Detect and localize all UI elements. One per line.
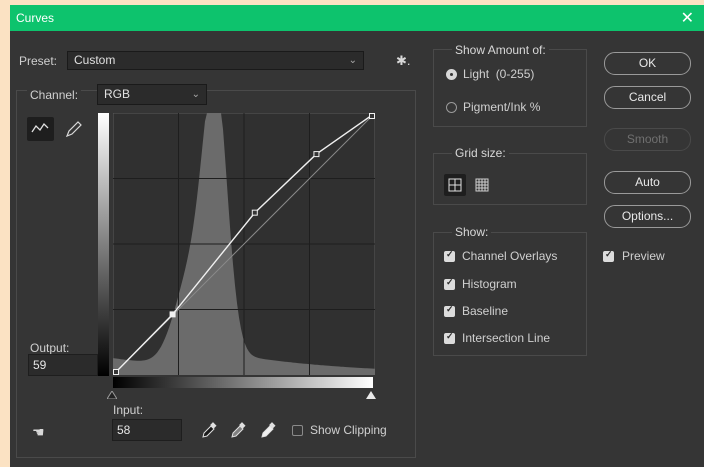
baseline-checkbox[interactable]: ✓	[444, 304, 455, 317]
show-clipping-checkbox[interactable]	[292, 425, 303, 436]
pigment-radio-label: Pigment/Ink %	[463, 100, 541, 114]
input-label: Input:	[113, 403, 144, 417]
curve-point-selected	[169, 311, 176, 318]
auto-button[interactable]: Auto	[604, 171, 691, 194]
gray-eyedropper-icon[interactable]	[229, 421, 247, 439]
curve-graph[interactable]	[113, 113, 375, 375]
simple-grid-icon	[448, 178, 462, 192]
detailed-grid-icon	[475, 178, 489, 192]
window-title: Curves	[16, 11, 55, 25]
curve-icon	[31, 122, 49, 133]
curve-point	[313, 151, 320, 158]
curve-point	[369, 113, 375, 119]
white-eyedropper-icon[interactable]	[259, 421, 277, 439]
output-label: Output:	[30, 341, 70, 355]
curve-point	[113, 369, 119, 375]
channel-overlays-checkbox[interactable]: ✓	[444, 249, 455, 262]
histogram-checkbox[interactable]: ✓	[444, 277, 455, 290]
curves-dialog: Curves ✕ Preset: Custom ⌄ ✱. Channel: RG…	[10, 5, 704, 467]
intersection-line-label: Intersection Line	[462, 331, 551, 345]
preview-checkbox[interactable]: ✓	[603, 249, 614, 262]
preset-dropdown[interactable]: Custom ⌄	[67, 51, 364, 70]
ok-button[interactable]: OK	[604, 52, 691, 75]
show-legend: Show:	[452, 225, 492, 239]
show-amount-group	[433, 49, 587, 127]
input-gradient-bar	[113, 377, 373, 388]
pigment-radio[interactable]	[446, 102, 457, 113]
channel-overlays-label: Channel Overlays	[462, 249, 558, 263]
white-point-slider[interactable]	[366, 391, 376, 399]
pencil-icon	[65, 121, 82, 138]
chevron-down-icon: ⌄	[191, 89, 200, 100]
close-icon[interactable]: ✕	[681, 8, 694, 28]
target-adjust-hand-icon[interactable]: ☚	[32, 424, 45, 441]
cancel-button[interactable]: Cancel	[604, 86, 691, 109]
show-amount-legend: Show Amount of:	[452, 43, 549, 57]
curve-point	[251, 209, 258, 216]
options-button[interactable]: Options...	[604, 205, 691, 228]
smooth-button[interactable]: Smooth	[604, 128, 691, 151]
show-clipping-label: Show Clipping	[310, 423, 387, 437]
channel-label: Channel:	[27, 88, 82, 102]
output-gradient-bar	[98, 113, 109, 376]
simple-grid-button[interactable]	[444, 174, 466, 196]
histogram-label: Histogram	[462, 277, 517, 291]
black-eyedropper-icon[interactable]	[200, 421, 218, 439]
title-bar: Curves ✕	[10, 5, 704, 31]
output-field[interactable]: 59	[28, 354, 98, 376]
detailed-grid-button[interactable]	[471, 174, 493, 196]
chevron-down-icon: ⌄	[348, 55, 357, 66]
preview-label: Preview	[622, 249, 665, 263]
channel-value: RGB	[104, 87, 131, 101]
baseline-label: Baseline	[462, 304, 509, 318]
pencil-tool[interactable]	[62, 117, 84, 141]
black-point-slider[interactable]	[107, 391, 117, 399]
input-field[interactable]: 58	[112, 419, 182, 441]
gear-icon[interactable]: ✱.	[396, 53, 411, 69]
intersection-line-checkbox[interactable]: ✓	[444, 331, 455, 344]
preset-value: Custom	[74, 53, 116, 67]
grid-size-legend: Grid size:	[452, 146, 509, 160]
preset-label: Preset:	[19, 54, 58, 68]
light-radio[interactable]	[446, 69, 457, 80]
light-radio-label: Light (0-255)	[463, 67, 535, 81]
channel-dropdown[interactable]: RGB ⌄	[97, 84, 207, 105]
curve-point-tool[interactable]	[27, 117, 54, 141]
